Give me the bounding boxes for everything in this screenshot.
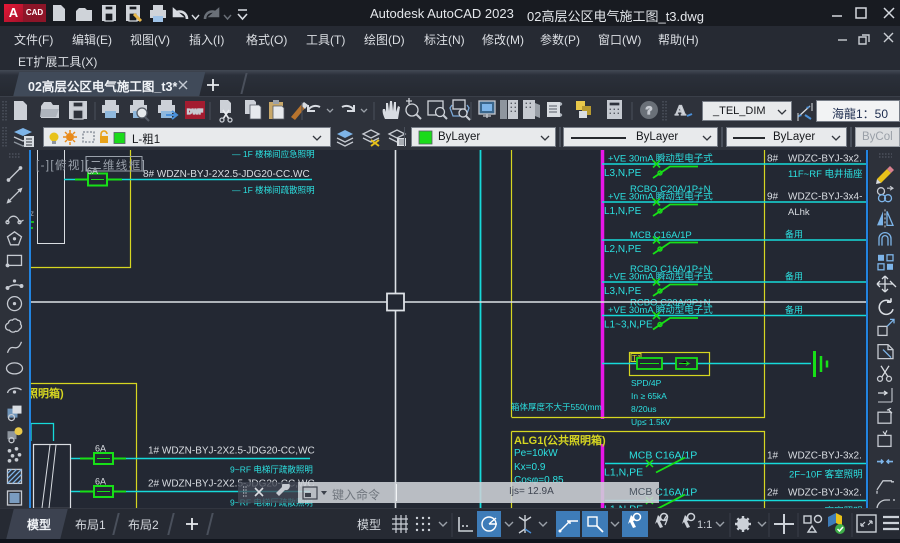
svg-text:照明箱): 照明箱) bbox=[27, 386, 64, 400]
svg-text:Kx=0.9: Kx=0.9 bbox=[514, 462, 546, 473]
svg-text:L2,N,PE: L2,N,PE bbox=[604, 244, 642, 255]
svg-text:+VE 30mA 瞬动型电子式: +VE 30mA 瞬动型电子式 bbox=[608, 304, 713, 316]
svg-text:9#: 9# bbox=[767, 192, 779, 203]
svg-text:ALG1(公共照明箱): ALG1(公共照明箱) bbox=[514, 433, 606, 447]
svg-text:9~RF 电梯厅疏散照明: 9~RF 电梯厅疏散照明 bbox=[230, 465, 313, 475]
svg-text:+VE 30mA 瞬动型电子式: +VE 30mA 瞬动型电子式 bbox=[608, 153, 713, 165]
svg-text:A: A bbox=[675, 103, 686, 119]
svg-text:MCB C16A/1P: MCB C16A/1P bbox=[630, 230, 692, 241]
svg-text:?: ? bbox=[646, 105, 653, 117]
svg-text:备用: 备用 bbox=[785, 304, 803, 315]
svg-text:8/20us: 8/20us bbox=[631, 404, 657, 414]
svg-text:[-][俯视][二维线框]: [-][俯视][二维线框] bbox=[36, 158, 146, 172]
svg-text:8# WDZN-BYJ-2X2.5-JDG20-CC.WC: 8# WDZN-BYJ-2X2.5-JDG20-CC.WC bbox=[143, 169, 310, 180]
svg-text:1# WDZN-BYJ-2X2.5-JDG20-CC,WC: 1# WDZN-BYJ-2X2.5-JDG20-CC,WC bbox=[148, 446, 315, 457]
svg-text:Pe=10kW: Pe=10kW bbox=[514, 448, 558, 459]
svg-text:L1,N,PE: L1,N,PE bbox=[604, 467, 643, 479]
svg-text:+VE 30mA 瞬动型电子式: +VE 30mA 瞬动型电子式 bbox=[608, 191, 713, 203]
svg-text:6A: 6A bbox=[95, 444, 106, 454]
svg-text:WDZC-BYJ-3x2.: WDZC-BYJ-3x2. bbox=[788, 451, 862, 462]
svg-text:L1~3,N,PE: L1~3,N,PE bbox=[604, 320, 653, 331]
svg-text:备用: 备用 bbox=[785, 229, 803, 240]
svg-text:箱体厚度不大于550(mm: 箱体厚度不大于550(mm bbox=[511, 402, 602, 412]
svg-text:— 1F 楼梯间应急照明: — 1F 楼梯间应急照明 bbox=[232, 150, 315, 159]
svg-text:SPD/4P: SPD/4P bbox=[631, 378, 662, 388]
svg-text:L3,N,PE: L3,N,PE bbox=[604, 286, 642, 297]
svg-text:2#: 2# bbox=[767, 488, 779, 499]
svg-text:WDZC-BYJ-3x2.: WDZC-BYJ-3x2. bbox=[788, 488, 862, 499]
svg-text:MCB C16A/1P: MCB C16A/1P bbox=[629, 450, 697, 462]
svg-text:In ≥ 65kA: In ≥ 65kA bbox=[631, 391, 667, 401]
svg-text:— 1F 楼梯间疏散照明: — 1F 楼梯间疏散照明 bbox=[232, 185, 315, 195]
svg-text:L3,N,PE: L3,N,PE bbox=[604, 168, 642, 179]
svg-text:L1,N,PE: L1,N,PE bbox=[604, 206, 642, 217]
svg-text:2F~10F 客室照明: 2F~10F 客室照明 bbox=[789, 469, 863, 481]
svg-text:+VE 30mA 瞬动型电子式: +VE 30mA 瞬动型电子式 bbox=[608, 271, 713, 283]
svg-text:WDZC-BYJ-3x4-: WDZC-BYJ-3x4- bbox=[788, 192, 862, 203]
svg-text:8#: 8# bbox=[767, 154, 779, 165]
svg-text:DWF: DWF bbox=[187, 109, 204, 116]
svg-text:Up≤ 1.5kV: Up≤ 1.5kV bbox=[631, 417, 671, 427]
svg-text:ALhk: ALhk bbox=[788, 207, 810, 218]
svg-text:6A: 6A bbox=[95, 477, 106, 487]
svg-text:WDZC-BYJ-3x2.: WDZC-BYJ-3x2. bbox=[788, 154, 862, 165]
svg-text:11F~RF 电井插座: 11F~RF 电井插座 bbox=[788, 168, 863, 180]
svg-text:1:1: 1:1 bbox=[697, 519, 712, 531]
svg-text:备用: 备用 bbox=[785, 271, 803, 282]
svg-text:1#: 1# bbox=[767, 451, 779, 462]
